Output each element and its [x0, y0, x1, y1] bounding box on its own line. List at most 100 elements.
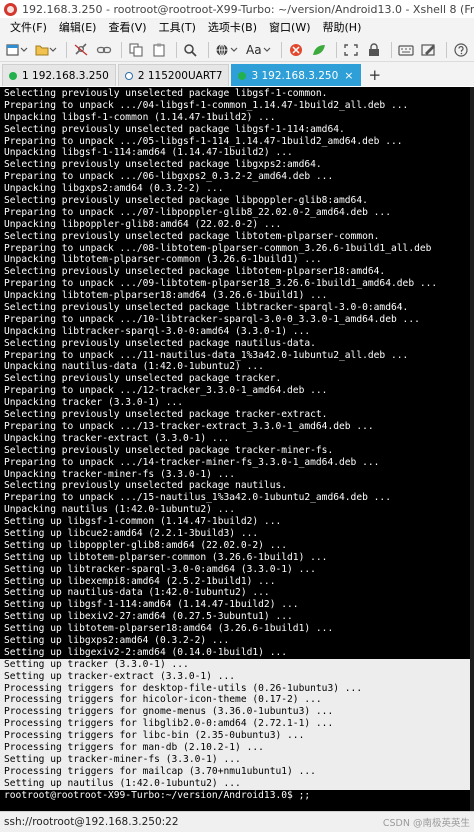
terminal-line: Preparing to unpack .../11-nautilus-data…	[4, 349, 409, 361]
menu-tab[interactable]: 选项卡(B)	[202, 18, 263, 38]
watermark: CSDN @南极英英生	[382, 818, 470, 829]
terminal-line-selected: Processing triggers for mailcap (3.70+nm…	[0, 765, 474, 778]
terminal-prompt[interactable]: rootroot@rootroot-X99-Turbo:~/version/An…	[4, 790, 474, 802]
tab-session-1[interactable]: 1 192.168.3.250	[2, 64, 116, 86]
add-tab-button[interactable]: +	[363, 64, 388, 86]
terminal-line-selected: Setting up tracker-miner-fs (3.3.0-1) ..…	[0, 753, 474, 766]
terminal-line: Setting up libexempi8:amd64 (2.5.2-1buil…	[4, 575, 276, 587]
terminal-line: Selecting previously unselected package …	[4, 88, 328, 99]
lock-icon[interactable]	[364, 40, 384, 60]
terminal-line: Preparing to unpack .../04-libgsf-1-comm…	[4, 99, 409, 111]
terminal-line: Preparing to unpack .../14-tracker-miner…	[4, 456, 380, 468]
toolbar-divider	[208, 41, 209, 58]
menu-tools[interactable]: 工具(T)	[153, 18, 202, 38]
terminal-line: Setting up libtotem-plparser-common (3.2…	[4, 551, 328, 563]
status-bar: ssh://rootroot@192.168.3.250:22 CSDN @南极…	[0, 811, 474, 832]
terminal-line: Setting up libexiv2-27:amd64 (0.27.5-3ub…	[4, 611, 293, 623]
terminal-line: Unpacking libgxps2:amd64 (0.3.2-2) ...	[4, 183, 224, 195]
terminal-line-selected: Setting up tracker-extract (3.3.0-1) ...	[0, 670, 474, 683]
terminal-line: Preparing to unpack .../12-tracker_3.3.0…	[4, 385, 328, 397]
terminal-line: Preparing to unpack .../06-libgxps2_0.3.…	[4, 171, 334, 183]
toolbar-divider	[335, 41, 337, 58]
tab-session-3[interactable]: 3 192.168.3.250 ×	[231, 64, 361, 86]
terminal-line: Setting up libgsf-1-common (1.14.47-1bui…	[4, 516, 282, 528]
toolbar: Aa	[0, 38, 474, 62]
terminal-line: Unpacking libtracker-sparql-3.0-0:amd64 …	[4, 325, 311, 337]
tab-close-icon[interactable]: ×	[344, 69, 353, 82]
connected-status-icon	[9, 71, 17, 80]
toolbar-divider	[176, 41, 177, 58]
copy-icon[interactable]	[126, 40, 146, 60]
open-folder-icon[interactable]	[33, 40, 59, 60]
terminal-line: Selecting previously unselected package …	[4, 266, 386, 278]
terminal-line: Selecting previously unselected package …	[4, 159, 322, 171]
terminal-line: Setting up libgexiv2-2:amd64 (0.14.0-1bu…	[4, 646, 288, 658]
terminal-line: Preparing to unpack .../09-libtotem-plpa…	[4, 278, 438, 290]
terminal-output[interactable]: Selecting previously unselected package …	[0, 87, 474, 811]
title-bar: 192.168.3.250 - rootroot@rootroot-X99-Tu…	[0, 0, 474, 18]
keyboard-icon[interactable]	[396, 40, 416, 60]
search-icon[interactable]	[181, 40, 201, 60]
terminal-line-selected: Setting up tracker (3.3.0-1) ...	[0, 658, 474, 671]
tab-session-2[interactable]: 2 115200UART7	[117, 64, 230, 86]
terminal-line-selected: Processing triggers for gnome-menus (3.3…	[0, 706, 474, 719]
connected-status-icon	[238, 71, 247, 80]
terminal-line: Setting up libcue2:amd64 (2.2.1-3build3)…	[4, 527, 259, 539]
terminal-line: Selecting previously unselected package …	[4, 123, 345, 135]
help-icon[interactable]	[451, 40, 471, 60]
terminal-line-selected: Setting up nautilus (1:42.0-1ubuntu2) ..…	[0, 777, 474, 790]
terminal-line-selected: Processing triggers for hicolor-icon-the…	[0, 694, 474, 707]
terminal-line: Unpacking tracker-extract (3.3.0-1) ...	[4, 432, 230, 444]
terminal-line: Unpacking nautilus (1:42.0-1ubuntu2) ...	[4, 504, 236, 516]
terminal-line: Selecting previously unselected package …	[4, 480, 288, 492]
terminal-scrollbar[interactable]	[470, 87, 474, 811]
paste-icon[interactable]	[149, 40, 169, 60]
terminal-line: Selecting previously unselected package …	[4, 373, 282, 385]
xshell-green-icon[interactable]	[309, 40, 329, 60]
terminal-line: Selecting previously unselected package …	[4, 195, 368, 207]
terminal-line: Selecting previously unselected package …	[4, 337, 316, 349]
terminal-line: Unpacking libtotem-plparser-common (3.26…	[4, 254, 322, 266]
terminal-line: Unpacking libpoppler-glib8:amd64 (22.02.…	[4, 218, 282, 230]
terminal-line: Preparing to unpack .../05-libgsf-1-114_…	[4, 135, 403, 147]
tab-label: 2 115200UART7	[137, 69, 223, 82]
toolbar-divider	[280, 41, 282, 58]
terminal-line: Setting up nautilus-data (1:42.0-1ubuntu…	[4, 587, 270, 599]
terminal-line-selected: Processing triggers for libglib2.0-0:amd…	[0, 718, 474, 731]
menu-window[interactable]: 窗口(W)	[263, 18, 316, 38]
terminal-line: Setting up libtracker-sparql-3.0-0:amd64…	[4, 563, 316, 575]
toolbar-divider	[66, 41, 67, 58]
terminal-line: Selecting previously unselected package …	[4, 302, 409, 314]
session-tab-bar: 1 192.168.3.250 2 115200UART7 3 192.168.…	[0, 62, 474, 86]
new-session-icon[interactable]	[4, 40, 30, 60]
terminal-line: Unpacking libtotem-plparser18:amd64 (3.2…	[4, 290, 328, 302]
terminal-line: Unpacking nautilus-data (1:42.0-1ubuntu2…	[4, 361, 264, 373]
link-icon[interactable]	[94, 40, 114, 60]
terminal-line: Unpacking tracker (3.3.0-1) ...	[4, 397, 184, 409]
terminal-line: Unpacking tracker-miner-fs (3.3.0-1) ...	[4, 468, 236, 480]
xshell-logo-icon	[4, 2, 17, 16]
terminal-line-selected: Processing triggers for desktop-file-uti…	[0, 682, 474, 695]
toolbar-divider	[121, 41, 122, 58]
terminal-line: Unpacking libgsf-1-114:amd64 (1.14.47-1b…	[4, 147, 293, 159]
terminal-line: Preparing to unpack .../15-nautilus_1%3a…	[4, 492, 391, 504]
terminal-line: Selecting previously unselected package …	[4, 230, 380, 242]
tab-label: 1 192.168.3.250	[22, 69, 109, 82]
font-button[interactable]: Aa	[244, 40, 274, 60]
menu-file[interactable]: 文件(F)	[4, 18, 53, 38]
uart-status-icon	[124, 71, 133, 80]
terminal-line: Setting up libpoppler-glib8:amd64 (22.02…	[4, 539, 288, 551]
connection-status: ssh://rootroot@192.168.3.250:22	[4, 816, 179, 828]
menu-view[interactable]: 查看(V)	[102, 18, 152, 38]
terminal-line: Setting up libgsf-1-114:amd64 (1.14.47-1…	[4, 599, 299, 611]
xftp-icon[interactable]	[286, 40, 306, 60]
fullscreen-icon[interactable]	[341, 40, 361, 60]
terminal-line-selected: Processing triggers for libc-bin (2.35-0…	[0, 730, 474, 742]
globe-icon[interactable]	[213, 40, 241, 60]
font-button-label: Aa	[246, 42, 262, 57]
disconnect-icon[interactable]	[71, 40, 91, 60]
compose-icon[interactable]	[419, 40, 439, 60]
terminal-line: Setting up libgxps2:amd64 (0.3.2-2) ...	[4, 634, 230, 646]
menu-edit[interactable]: 编辑(E)	[53, 18, 103, 38]
menu-help[interactable]: 帮助(H)	[317, 18, 368, 38]
